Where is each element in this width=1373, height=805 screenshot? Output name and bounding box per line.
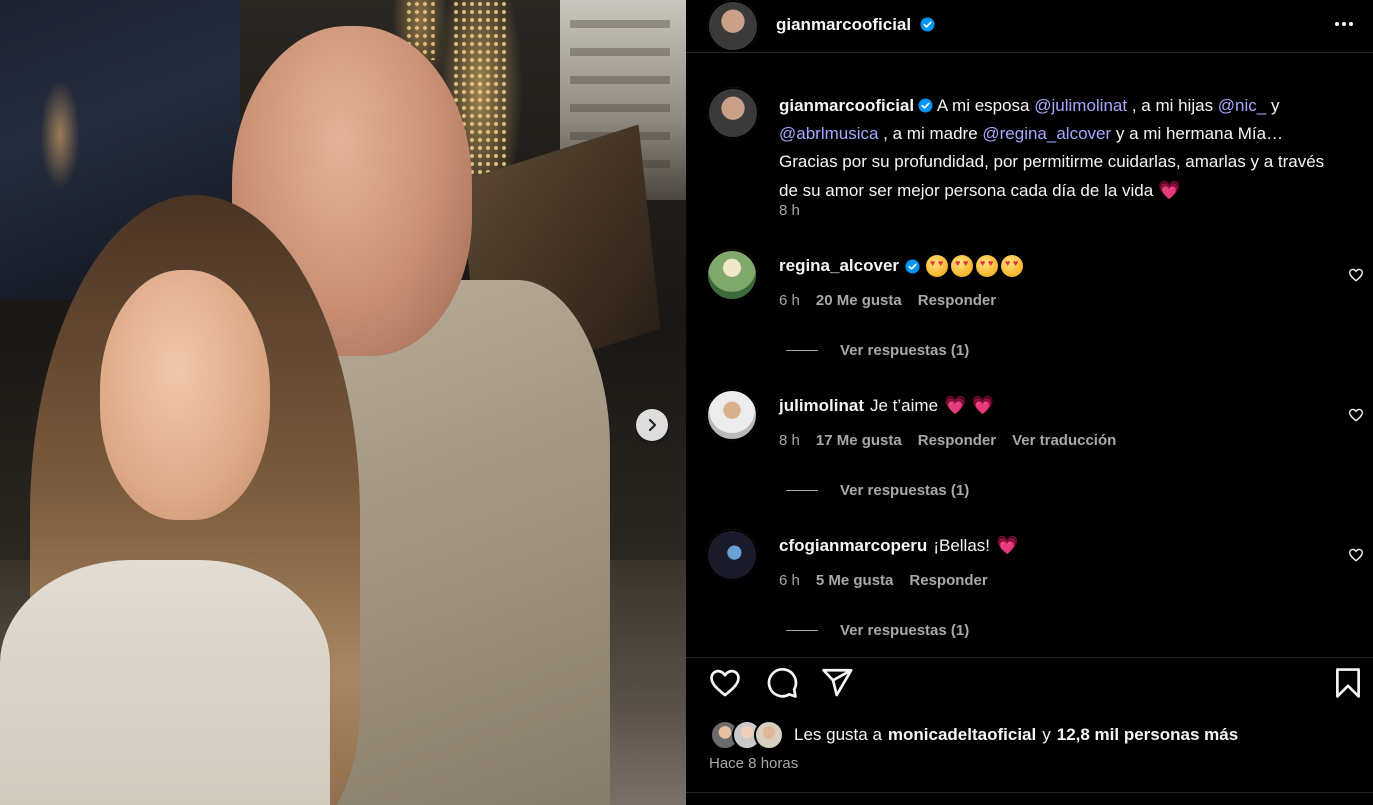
comment-text: ¡Bellas!: [933, 535, 990, 555]
bookmark-icon[interactable]: [1331, 666, 1365, 700]
post-photo[interactable]: [0, 0, 686, 805]
comment-body: cfogianmarcoperu ¡Bellas! 💗: [779, 535, 1018, 556]
comment-emojis: [926, 255, 1026, 277]
author-username[interactable]: gianmarcooficial: [776, 15, 935, 35]
comment-body: regina_alcover: [779, 255, 1026, 277]
caption-fragment: , a mi madre: [878, 124, 983, 143]
mention-link[interactable]: @regina_alcover: [982, 124, 1111, 143]
heart-eyes-emoji: [951, 255, 974, 277]
author-avatar-image: [707, 0, 759, 52]
likes-mid: y: [1042, 725, 1051, 744]
heart-icon[interactable]: [1348, 407, 1364, 423]
verified-icon: [905, 258, 920, 274]
comment-actions: 6 h 20 Me gusta Responder: [779, 292, 996, 309]
likes-prefix: Les gusta a: [794, 725, 882, 744]
share-icon[interactable]: [820, 666, 854, 700]
verified-icon: [918, 98, 933, 113]
comment-body: julimolinat Je t’aime 💗 💗: [779, 395, 994, 416]
heart-eyes-emoji: [976, 255, 999, 277]
reply-button[interactable]: Responder: [918, 432, 996, 449]
heart-icon[interactable]: [1348, 267, 1364, 283]
liker-avatars: [710, 720, 784, 750]
view-replies-button[interactable]: Ver respuestas (1): [786, 342, 969, 359]
mention-link[interactable]: @nic_: [1218, 96, 1266, 115]
author-username-text[interactable]: gianmarcooficial: [776, 15, 911, 34]
reply-button[interactable]: Responder: [909, 572, 987, 589]
replies-divider: [786, 630, 818, 631]
comment-avatar[interactable]: [706, 389, 758, 441]
actions-divider: [686, 657, 1373, 658]
liker-avatar: [754, 720, 784, 750]
more-options-icon[interactable]: [1332, 12, 1356, 36]
heart-eyes-emoji: [1001, 255, 1024, 277]
comment-item: cfogianmarcoperu ¡Bellas! 💗 6 h 5 Me gus…: [686, 529, 1373, 669]
likes-count[interactable]: 12,8 mil personas más: [1057, 725, 1238, 745]
comment-likes[interactable]: 20 Me gusta: [816, 292, 902, 309]
likes-user[interactable]: monicadeltaoficial: [888, 725, 1036, 745]
photo-woman-top: [0, 560, 330, 805]
comment-avatar-image: [706, 249, 758, 301]
photo-woman-face: [100, 270, 270, 520]
instagram-post-view: gianmarcooficial gianmarcooficial A mi e…: [0, 0, 1373, 805]
reply-button[interactable]: Responder: [918, 292, 996, 309]
comment-avatar[interactable]: [706, 249, 758, 301]
comment-time: 6 h: [779, 292, 800, 309]
comment-username[interactable]: cfogianmarcoperu: [779, 536, 927, 556]
comment-likes[interactable]: 5 Me gusta: [816, 572, 894, 589]
view-replies-button[interactable]: Ver respuestas (1): [786, 482, 969, 499]
comment-item: julimolinat Je t’aime 💗 💗 8 h 17 Me gust…: [686, 389, 1373, 529]
caption-fragment: y: [1266, 96, 1280, 115]
view-replies-label[interactable]: Ver respuestas (1): [840, 342, 969, 359]
caption-emoji: 💗: [1157, 180, 1181, 200]
comment-avatar-image: [706, 529, 758, 581]
comment-emojis: 💗: [996, 535, 1019, 555]
post-timestamp: Hace 8 horas: [709, 755, 799, 772]
caption-time: 8 h: [779, 202, 800, 219]
caption-username[interactable]: gianmarcooficial: [779, 96, 914, 115]
comment-time: 6 h: [779, 572, 800, 589]
mention-link[interactable]: @julimolinat: [1034, 96, 1127, 115]
comment-actions: 6 h 5 Me gusta Responder: [779, 572, 988, 589]
mention-link[interactable]: @abrlmusica: [779, 124, 878, 143]
verified-icon: [920, 17, 935, 32]
caption-avatar[interactable]: [707, 87, 759, 139]
view-replies-button[interactable]: Ver respuestas (1): [786, 622, 969, 639]
post-header: gianmarcooficial: [686, 0, 1373, 53]
caption-fragment: , a mi hijas: [1127, 96, 1218, 115]
chevron-right-icon: [648, 418, 657, 432]
footer-divider: [686, 792, 1373, 793]
next-photo-button[interactable]: [636, 409, 668, 441]
comment-text: Je t’aime: [870, 395, 939, 415]
comment-avatar-image: [706, 389, 758, 441]
comment-likes[interactable]: 17 Me gusta: [816, 432, 902, 449]
caption-text: gianmarcooficial A mi esposa @julimolina…: [779, 92, 1339, 205]
comment-time: 8 h: [779, 432, 800, 449]
replies-divider: [786, 490, 818, 491]
comment-username[interactable]: regina_alcover: [779, 256, 899, 276]
comment-actions: 8 h 17 Me gusta Responder Ver traducción: [779, 432, 1116, 449]
post-action-bar: [686, 664, 1373, 704]
view-replies-label[interactable]: Ver respuestas (1): [840, 622, 969, 639]
comment-emojis: 💗 💗: [944, 395, 994, 415]
caption-avatar-image: [707, 87, 759, 139]
likes-summary[interactable]: Les gusta a monicadeltaoficial y 12,8 mi…: [710, 720, 1238, 750]
comment-avatar[interactable]: [706, 529, 758, 581]
comment-item: regina_alcover 6 h 20 Me gusta Responder…: [686, 249, 1373, 389]
heart-icon[interactable]: [1348, 547, 1364, 563]
comment-username[interactable]: julimolinat: [779, 396, 864, 416]
post-sidebar: gianmarcooficial gianmarcooficial A mi e…: [686, 0, 1373, 805]
comment-icon[interactable]: [765, 666, 799, 700]
translate-button[interactable]: Ver traducción: [1012, 432, 1116, 449]
heart-eyes-emoji: [926, 255, 949, 277]
author-avatar[interactable]: [707, 0, 759, 52]
caption-fragment: A mi esposa: [936, 96, 1035, 115]
replies-divider: [786, 350, 818, 351]
like-heart-icon[interactable]: [708, 666, 742, 700]
view-replies-label[interactable]: Ver respuestas (1): [840, 482, 969, 499]
